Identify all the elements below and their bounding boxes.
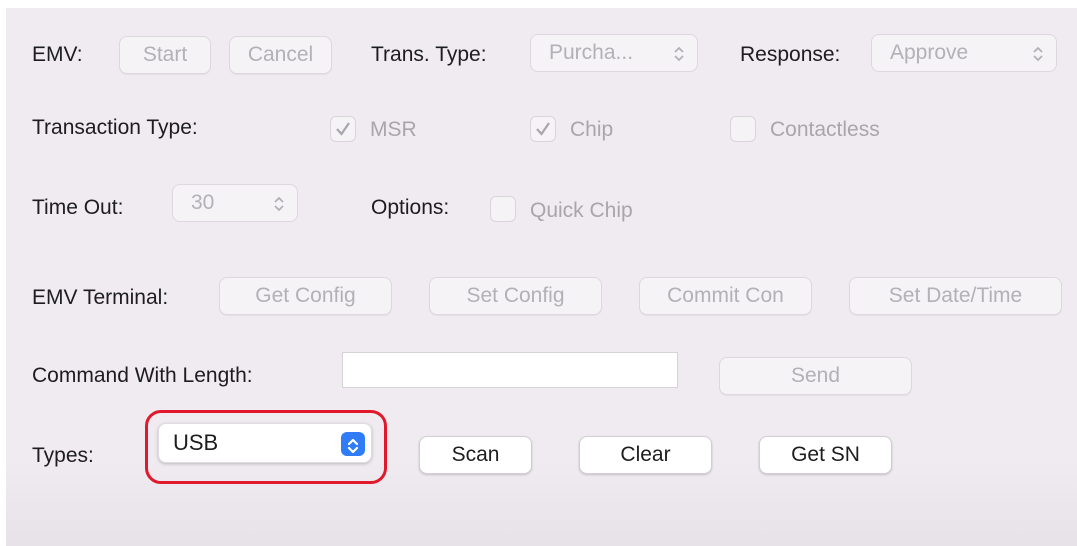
- options-label: Options:: [371, 196, 450, 219]
- up-down-chevron-icon: [274, 196, 284, 212]
- emv-label: EMV:: [32, 43, 83, 66]
- get-sn-button[interactable]: Get SN: [759, 436, 892, 474]
- quick-chip-checkbox[interactable]: [490, 196, 516, 222]
- cancel-button[interactable]: Cancel: [229, 36, 332, 74]
- chip-checkbox[interactable]: [530, 116, 556, 142]
- up-down-chevron-icon: [674, 46, 684, 62]
- response-value: Approve: [890, 41, 969, 64]
- set-date-time-button[interactable]: Set Date/Time: [849, 277, 1062, 315]
- response-select[interactable]: Approve: [871, 34, 1057, 72]
- timeout-label: Time Out:: [32, 196, 124, 219]
- trans-type-select[interactable]: Purcha...: [530, 34, 698, 72]
- clear-button[interactable]: Clear: [579, 436, 712, 474]
- timeout-select[interactable]: 30: [172, 184, 298, 222]
- response-label: Response:: [740, 43, 841, 66]
- checkmark-icon: [336, 122, 350, 136]
- set-config-button[interactable]: Set Config: [429, 277, 602, 315]
- highlight-box: [145, 410, 387, 484]
- transaction-type-label: Transaction Type:: [32, 116, 198, 139]
- commit-config-button[interactable]: Commit Con: [639, 277, 812, 315]
- scan-button[interactable]: Scan: [419, 436, 532, 474]
- command-input[interactable]: [342, 352, 678, 388]
- start-button[interactable]: Start: [119, 36, 211, 74]
- command-with-length-label: Command With Length:: [32, 364, 253, 387]
- timeout-value: 30: [191, 191, 215, 214]
- emv-terminal-label: EMV Terminal:: [32, 286, 169, 309]
- up-down-chevron-icon: [1033, 46, 1043, 62]
- send-button[interactable]: Send: [719, 357, 912, 395]
- types-label: Types:: [32, 444, 94, 467]
- contactless-label: Contactless: [770, 118, 880, 141]
- msr-label: MSR: [370, 118, 417, 141]
- get-config-button[interactable]: Get Config: [219, 277, 392, 315]
- chip-label: Chip: [570, 118, 614, 141]
- trans-type-label: Trans. Type:: [371, 43, 487, 66]
- msr-checkbox[interactable]: [330, 116, 356, 142]
- trans-type-value: Purcha...: [549, 41, 634, 64]
- quick-chip-label: Quick Chip: [530, 199, 633, 222]
- contactless-checkbox[interactable]: [730, 116, 756, 142]
- checkmark-icon: [536, 122, 550, 136]
